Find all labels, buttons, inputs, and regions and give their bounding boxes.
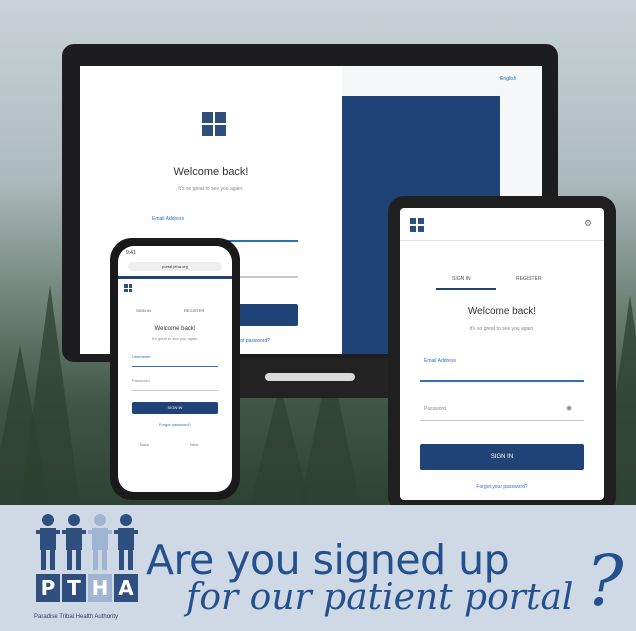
phone-tab-register[interactable]: REGISTER — [184, 308, 204, 313]
logo-letter-a: A — [114, 574, 138, 602]
tablet-active-tab-indicator — [436, 288, 496, 290]
tablet-logo-icon — [410, 218, 424, 232]
language-selector[interactable]: English — [500, 76, 516, 82]
ptha-letters: P T H A — [36, 574, 138, 602]
ptha-people-logo-icon — [36, 514, 138, 570]
phone-welcome: Welcome back! — [154, 326, 196, 332]
tablet-tab-register[interactable]: REGISTER — [516, 276, 542, 282]
laptop-welcome: Welcome back! — [173, 166, 249, 178]
laptop-subtitle: It's so great to see you again. — [178, 186, 244, 192]
phone-url-bar[interactable]: portal.ptha.org — [128, 262, 222, 271]
eye-icon[interactable]: ◉ — [566, 404, 572, 412]
phone-status-time: 9:41 — [126, 250, 136, 256]
headline-line2: for our patient portal — [186, 577, 574, 618]
tablet-email-underline — [420, 380, 584, 382]
tablet-subtitle: It's so great to see you again. — [469, 326, 535, 332]
logo-letter-p: P — [36, 574, 60, 602]
phone-footer-back[interactable]: Back — [140, 442, 149, 447]
phone-forgot-link[interactable]: Forgot password? — [118, 422, 232, 427]
tablet-sign-in-button[interactable]: SIGN IN — [420, 444, 584, 470]
phone-password-underline — [132, 390, 218, 391]
phone-sign-in-button[interactable]: SIGN IN — [132, 402, 218, 414]
phone-username-underline — [132, 366, 218, 367]
phone-password-input[interactable]: Password — [132, 378, 150, 383]
phone-subtitle: It's great to see you again. — [151, 336, 199, 341]
tablet-password-underline — [420, 420, 584, 421]
phone-screen: 9:41 portal.ptha.org SIGN IN REGISTER We… — [118, 246, 232, 492]
logo-letter-h: H — [88, 574, 112, 602]
phone-header-bar — [118, 276, 232, 279]
phone-tab-signin[interactable]: SIGN IN — [136, 308, 151, 313]
logo-letter-t: T — [62, 574, 86, 602]
tablet-tab-signin[interactable]: SIGN IN — [452, 276, 471, 282]
tablet-welcome: Welcome back! — [467, 306, 537, 317]
portal-ad-poster: Welcome back! It's so great to see you a… — [0, 0, 636, 631]
laptop-email-input[interactable]: Email Address — [152, 216, 184, 222]
laptop-hinge — [265, 373, 355, 381]
logo-caption: Paradise Tribal Health Authority — [34, 614, 119, 620]
phone-logo-icon — [124, 284, 132, 292]
tablet-email-input[interactable]: Email Address — [424, 358, 456, 364]
question-mark: ? — [586, 540, 624, 622]
tablet-password-input[interactable]: Password — [424, 406, 446, 412]
phone-username-input[interactable]: Username — [132, 354, 150, 359]
tablet-forgot-link[interactable]: Forgot your password? — [400, 484, 604, 490]
ptha-logo-icon — [202, 112, 226, 136]
tablet-settings-icon[interactable]: ⚙ — [584, 218, 592, 229]
tablet-screen: ⚙ SIGN IN REGISTER Welcome back! It's so… — [400, 208, 604, 500]
tablet-header-divider — [400, 240, 604, 241]
phone-footer-next[interactable]: Next — [190, 442, 198, 447]
